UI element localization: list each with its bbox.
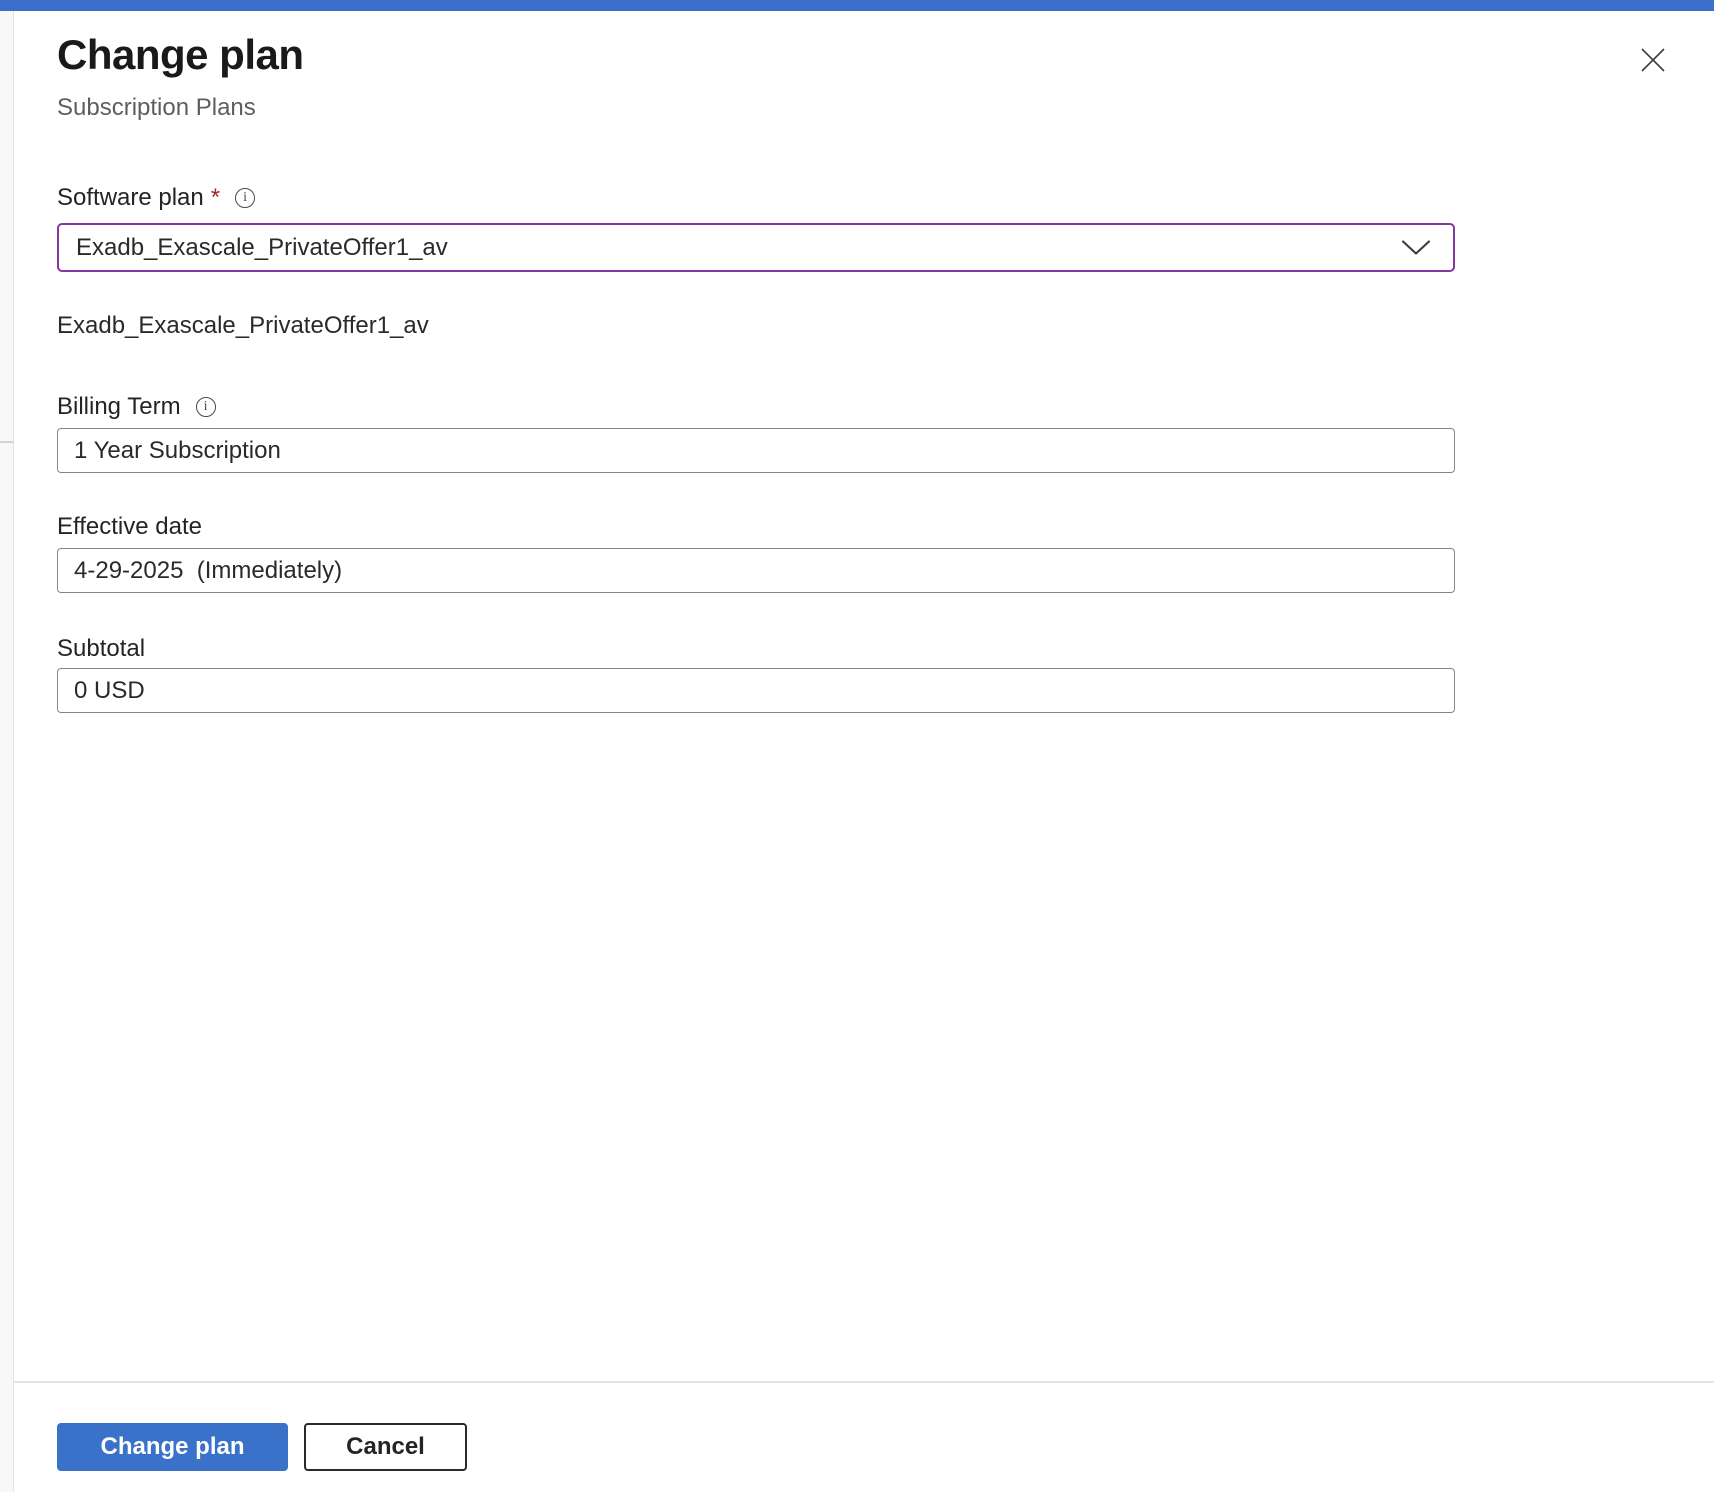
footer-button-row: Change plan Cancel (57, 1423, 467, 1471)
required-asterisk: * (211, 184, 220, 212)
software-plan-dropdown-value: Exadb_Exascale_PrivateOffer1_av (76, 234, 448, 262)
top-accent-bar (0, 0, 1714, 11)
close-icon (1640, 47, 1666, 73)
change-plan-button[interactable]: Change plan (57, 1423, 288, 1471)
subtotal-label-row: Subtotal (57, 635, 145, 663)
billing-term-input[interactable] (57, 428, 1455, 473)
billing-term-label-row: Billing Term i (57, 393, 216, 421)
subtotal-input[interactable] (57, 668, 1455, 713)
subtotal-label: Subtotal (57, 635, 145, 663)
software-plan-label-row: Software plan * i (57, 184, 255, 212)
close-button[interactable] (1636, 43, 1670, 77)
page-subtitle: Subscription Plans (57, 93, 256, 123)
software-plan-dropdown[interactable]: Exadb_Exascale_PrivateOffer1_av (57, 223, 1455, 272)
background-page-edge (0, 11, 14, 1492)
page-title: Change plan (57, 29, 304, 81)
cancel-button[interactable]: Cancel (304, 1423, 467, 1471)
background-page-divider (0, 441, 13, 443)
billing-term-label: Billing Term (57, 393, 181, 421)
effective-date-label-row: Effective date (57, 513, 202, 541)
software-plan-description: Exadb_Exascale_PrivateOffer1_av (57, 311, 429, 341)
info-icon[interactable]: i (235, 188, 255, 208)
footer-divider (14, 1381, 1714, 1383)
change-plan-panel: Change plan Subscription Plans Software … (14, 11, 1714, 1492)
effective-date-label: Effective date (57, 513, 202, 541)
software-plan-label: Software plan (57, 184, 204, 212)
chevron-down-icon (1401, 239, 1431, 256)
effective-date-input[interactable] (57, 548, 1455, 593)
info-icon[interactable]: i (196, 397, 216, 417)
